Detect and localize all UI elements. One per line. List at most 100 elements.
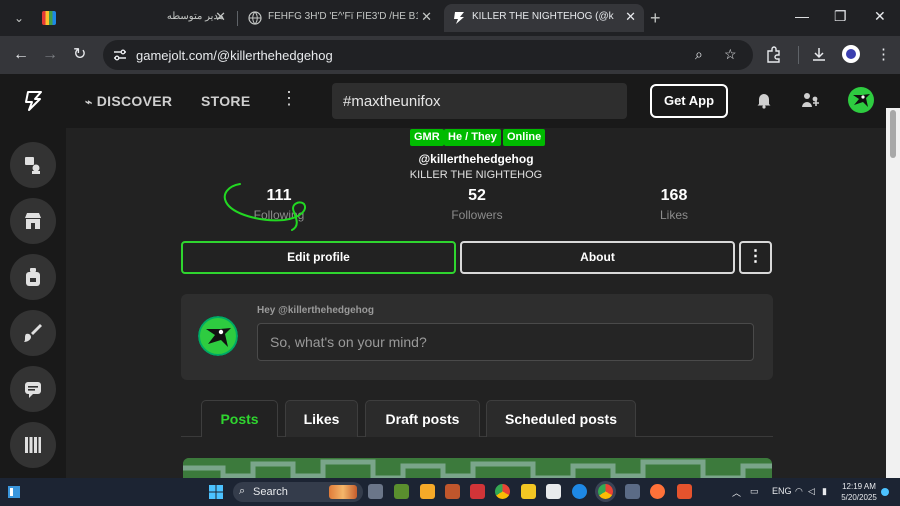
browser-tab-2[interactable]: FEHFG 3H'D 'E^'Fï FÎE3'D /HE B1^F GA^E-.… (240, 4, 440, 32)
firefox-icon[interactable] (650, 484, 665, 499)
tray-app-icon[interactable]: ▭ (750, 486, 759, 497)
stat-likes[interactable]: 168 Likes (614, 186, 734, 222)
taskbar-search-label: Search (253, 486, 288, 498)
composer-greeting: Hey @killerthehedgehog (257, 305, 374, 316)
browser-menu-icon[interactable]: ⋮ (876, 46, 891, 64)
browser-tab-3-active[interactable]: KILLER THE NIGHTEHOG (@killerthehedgehog… (444, 4, 644, 32)
about-button[interactable]: About (460, 241, 735, 274)
nav-store[interactable]: STORE (201, 93, 250, 109)
profile-more-button[interactable]: ⋮ (739, 241, 772, 274)
notifications-bell-icon[interactable] (755, 91, 773, 109)
composer-input[interactable] (258, 324, 753, 360)
recorder-app-icon[interactable] (677, 484, 692, 499)
chat-icon (25, 382, 41, 398)
page-scrollbar[interactable] (886, 108, 900, 478)
tab-posts[interactable]: Posts (201, 400, 278, 437)
profile-avatar-icon[interactable] (842, 45, 860, 63)
edge-icon[interactable] (572, 484, 587, 499)
tray-chevron-icon[interactable]: ︿ (732, 486, 741, 499)
scrollbar-thumb[interactable] (890, 110, 896, 158)
site-search[interactable] (332, 83, 627, 119)
task-view-icon[interactable] (368, 484, 383, 499)
composer-avatar (198, 316, 238, 356)
site-settings-icon[interactable] (113, 48, 127, 62)
clock-date: 5/20/2025 (841, 493, 877, 502)
sidebar-item-store[interactable] (10, 198, 56, 244)
taskbar-search[interactable]: ⌕ Search (233, 482, 363, 502)
store-app-icon[interactable] (546, 484, 561, 499)
friends-icon[interactable] (801, 91, 821, 109)
search-icon: ⌕ (239, 485, 246, 497)
forward-arrow-icon[interactable]: → (42, 46, 58, 64)
user-avatar[interactable] (847, 86, 875, 114)
stat-followers[interactable]: 52 Followers (417, 186, 537, 222)
media-player-icon[interactable] (625, 484, 640, 499)
tab-search-icon[interactable]: ⌄ (8, 7, 30, 29)
profile-username: @killerthehedgehog (418, 152, 534, 166)
get-app-button[interactable]: Get App (650, 84, 728, 118)
minecraft-icon[interactable] (394, 484, 409, 499)
bookmark-star-icon[interactable]: ☆ (724, 46, 737, 63)
profile-tag-online: Online (503, 129, 546, 146)
language-indicator[interactable]: ENG (772, 486, 792, 496)
new-tab-button[interactable]: + (650, 8, 661, 28)
more-nav-icon[interactable]: ⋮ (280, 88, 298, 109)
minimize-button[interactable]: — (795, 8, 809, 24)
gamejolt-logo-icon[interactable] (22, 90, 44, 112)
post-banner-image-icon (183, 458, 772, 478)
close-window-button[interactable]: ✕ (874, 8, 886, 25)
stat-followers-label: Followers (451, 208, 503, 222)
zoom-icon[interactable]: ⌕ (695, 46, 703, 63)
widgets-icon[interactable] (7, 485, 21, 499)
feed-post-card[interactable] (183, 458, 772, 478)
tab-scheduled-posts[interactable]: Scheduled posts (486, 400, 636, 437)
notification-bell-icon[interactable] (881, 488, 889, 496)
browser-tab-1[interactable]: مدیر متوسطه ✕ (34, 4, 234, 32)
back-arrow-icon[interactable]: ← (13, 46, 29, 64)
backpack-icon (26, 268, 40, 286)
post-composer: Hey @killerthehedgehog (181, 294, 773, 380)
user-avatar-image-icon (198, 316, 238, 356)
maximize-button[interactable]: ❐ (834, 8, 847, 25)
extensions-icon[interactable] (765, 46, 782, 63)
brush-icon (24, 324, 42, 342)
tab-draft-posts[interactable]: Draft posts (365, 400, 480, 437)
gamejolt-favicon-icon (454, 12, 464, 24)
sidebar-item-chat[interactable] (10, 366, 56, 412)
search-highlight-icon (329, 485, 357, 499)
close-tab-icon[interactable]: ✕ (215, 10, 226, 24)
taskbar-clock[interactable]: 12:19 AM 5/20/2025 (836, 481, 882, 503)
address-bar[interactable]: gamejolt.com/@killerthehedgehog ⌕ ☆ (103, 40, 753, 70)
composer-field[interactable] (257, 323, 754, 361)
chrome-alt-icon[interactable] (495, 484, 510, 499)
close-tab-icon[interactable]: ✕ (625, 10, 636, 24)
chrome-icon[interactable] (598, 484, 613, 499)
sidebar-item-creator[interactable] (10, 310, 56, 356)
media-app-icon[interactable] (470, 484, 485, 499)
volume-icon[interactable]: ◁ (808, 486, 815, 497)
search-input[interactable] (332, 83, 627, 119)
wifi-icon[interactable]: ◠ (795, 486, 803, 497)
game-app-icon[interactable] (445, 484, 460, 499)
stat-likes-count: 168 (660, 187, 688, 204)
close-tab-icon[interactable]: ✕ (421, 10, 432, 24)
tab-title: FEHFG 3H'D 'E^'Fï FÎE3'D /HE B1^F GA^E-.… (268, 11, 418, 22)
battery-icon[interactable]: ▮ (822, 486, 827, 497)
folder-app-icon[interactable] (420, 484, 435, 499)
file-explorer-icon[interactable] (521, 484, 536, 499)
download-icon[interactable] (811, 46, 827, 62)
windows-start-icon[interactable] (209, 485, 223, 499)
store-icon (25, 213, 41, 229)
toolbar-divider (798, 46, 799, 64)
sidebar-item-discover[interactable] (10, 142, 56, 188)
edit-profile-button[interactable]: Edit profile (181, 241, 456, 274)
compass-icon: ⌁ (85, 95, 93, 109)
nav-discover[interactable]: ⌁ DISCOVER (85, 93, 172, 109)
reload-icon[interactable]: ↻ (73, 46, 86, 64)
profile-tag-gmr: GMR (410, 129, 444, 146)
sidebar-item-inventory[interactable] (10, 254, 56, 300)
discover-icon (25, 157, 40, 174)
sidebar-item-library[interactable] (10, 422, 56, 468)
tab-title: مدیر متوسطه (166, 11, 224, 22)
tab-likes[interactable]: Likes (285, 400, 358, 437)
